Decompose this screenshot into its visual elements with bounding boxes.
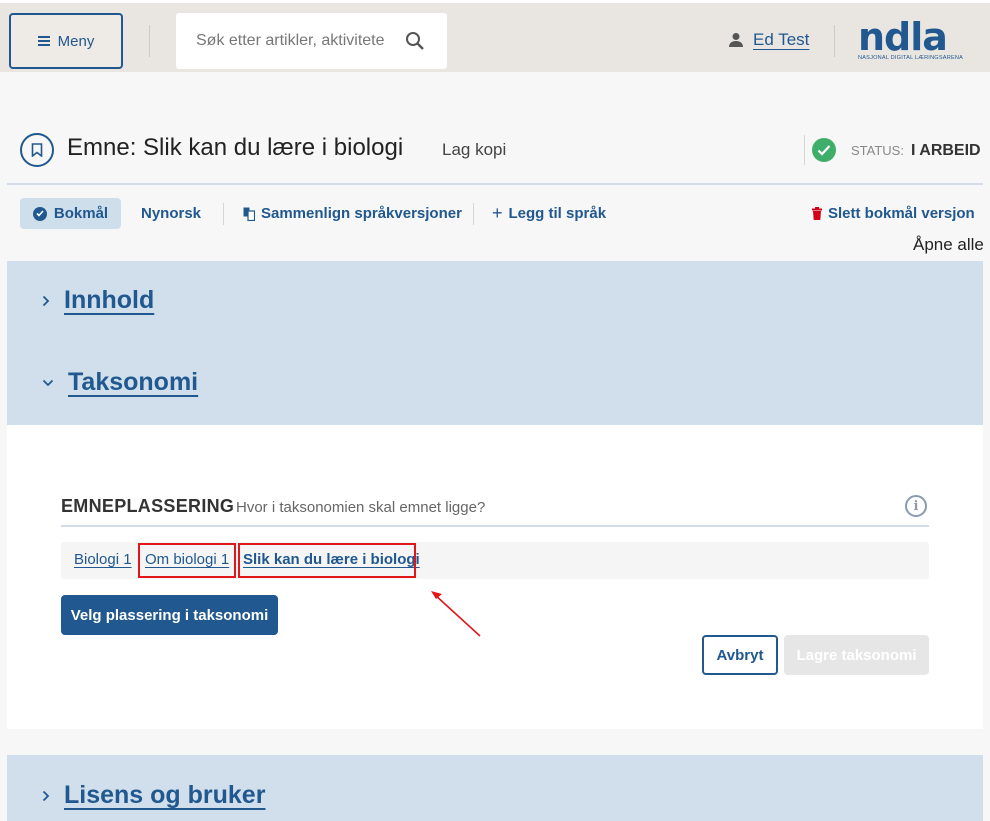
delete-language-button[interactable]: Slett bokmål versjon [812,198,975,229]
breadcrumb-item[interactable]: Biologi 1 [74,551,132,568]
status-value: I ARBEID [910,142,981,159]
taxonomy-divider [61,525,929,527]
search-input[interactable]: Søk etter artikler, aktiviteter [176,13,447,69]
language-divider [473,203,474,225]
title-divider [7,183,983,185]
add-language-button[interactable]: + Legg til språk [492,198,606,229]
check-circle-icon [812,138,836,162]
save-taxonomy-button: Lagre taksonomi [784,635,929,675]
choose-taxonomy-button[interactable]: Velg plassering i taksonomi [61,595,278,635]
plus-icon: + [492,203,503,223]
chevron-right-icon [42,790,50,801]
annotation-highlight-box [138,543,236,578]
bookmark-icon [20,133,54,167]
accordion-innhold-title[interactable]: Innhold [64,286,154,315]
status-label: STATUS: [851,143,904,158]
cancel-button[interactable]: Avbryt [702,635,778,675]
logo-subtitle: NASJONAL DIGITAL LÆRINGSARENA [858,55,964,61]
compare-icon [243,207,255,221]
search-placeholder: Søk etter artikler, aktiviteter [196,32,384,49]
check-icon [32,206,47,221]
annotation-highlight-box [238,543,416,578]
language-divider [223,203,224,225]
chevron-right-icon [42,295,50,306]
annotation-arrow-icon [431,591,481,637]
menu-button-label: Meny [57,32,95,50]
accordion-lisens-title[interactable]: Lisens og bruker [64,781,265,810]
copy-button[interactable]: Lag kopi [442,140,506,160]
language-tab-nynorsk[interactable]: Nynorsk [141,198,201,229]
status-divider [804,135,805,165]
taxonomy-heading: EMNEPLASSERING [61,496,235,516]
open-all-link[interactable]: Åpne alle [913,235,984,255]
language-tab-bokmal[interactable]: Bokmål [20,198,121,229]
accordion-innhold[interactable]: Innhold [42,286,154,315]
compare-languages-label: Sammenlign språkversjoner [261,205,462,222]
accordion-lisens[interactable]: Lisens og bruker [42,781,265,810]
top-bar: Meny Søk etter artikler, aktiviteter Ed … [0,0,990,72]
user-menu[interactable]: Ed Test [728,30,809,50]
status-indicator[interactable]: STATUS: I ARBEID [851,142,981,160]
person-icon [729,33,743,47]
logo-wordmark: ndla [858,15,948,59]
accordion-taksonomi-title[interactable]: Taksonomi [68,368,198,397]
delete-language-label: Slett bokmål versjon [828,205,975,222]
language-tab-label: Bokmål [53,205,109,222]
user-name[interactable]: Ed Test [753,30,809,50]
trash-icon [812,207,822,220]
hamburger-icon [37,36,50,46]
search-icon[interactable] [405,31,425,51]
accordion-taksonomi[interactable]: Taksonomi [42,368,198,397]
menu-button[interactable]: Meny [9,13,123,69]
compare-languages-button[interactable]: Sammenlign språkversjoner [243,198,462,229]
info-icon[interactable]: i [905,495,927,517]
header-divider [149,25,150,57]
taxonomy-subheading: Hvor i taksonomien skal emnet ligge? [236,499,486,516]
add-language-label: Legg til språk [508,205,607,222]
chevron-down-icon [42,379,54,386]
page-title: Emne: Slik kan du lære i biologi [67,134,404,161]
header-divider [834,25,835,57]
ndla-logo[interactable]: ndla NASJONAL DIGITAL LÆRINGSARENA [858,15,964,61]
